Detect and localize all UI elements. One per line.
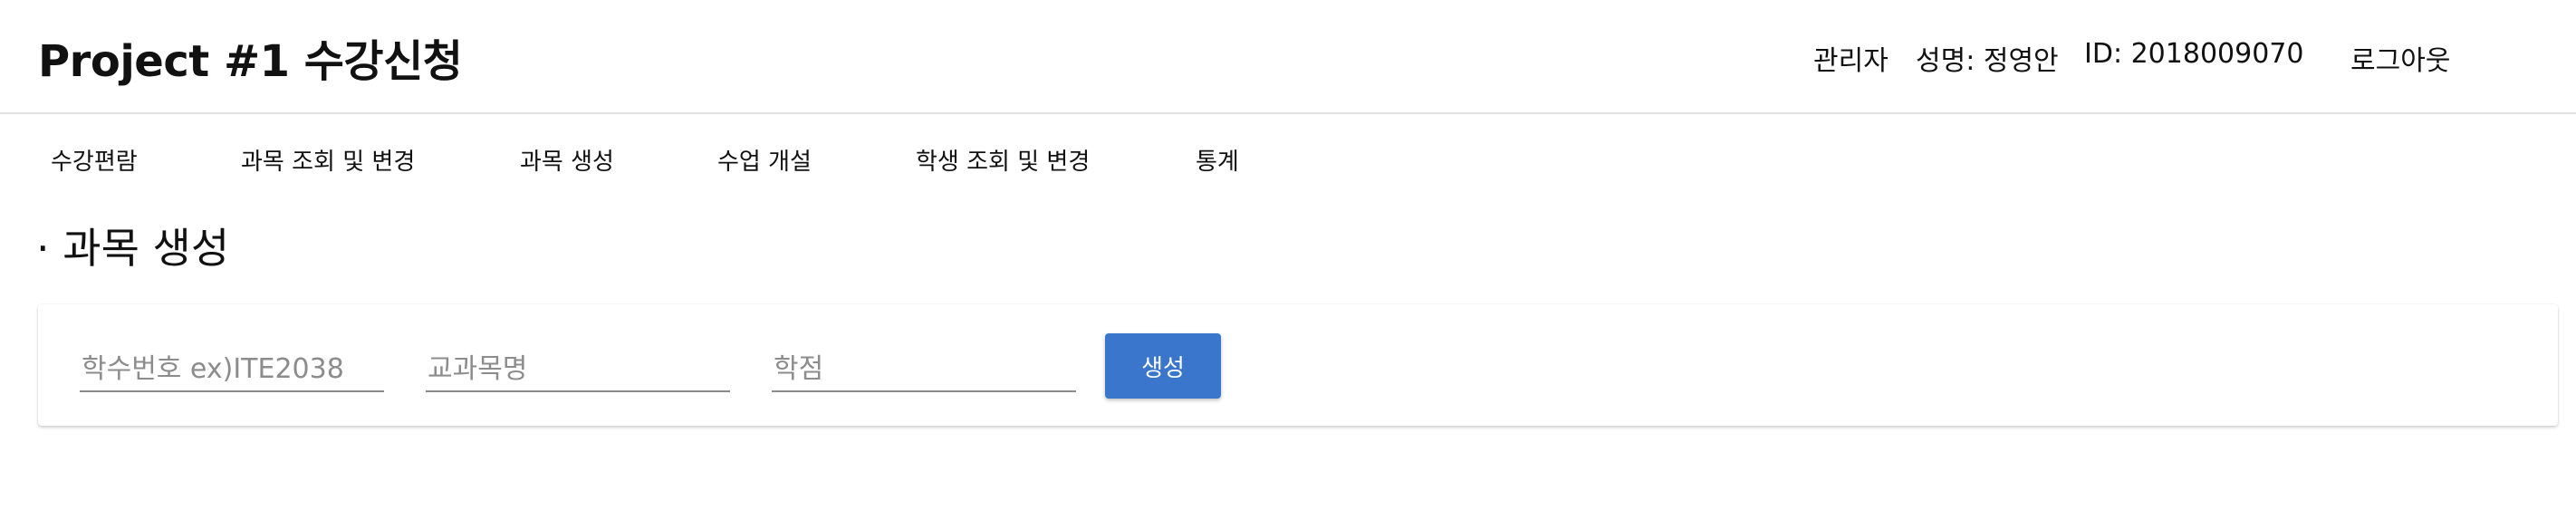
main-nav: 수강편람 과목 조회 및 변경 과목 생성 수업 개설 학생 조회 및 변경 통… <box>0 143 2576 179</box>
user-role: 관리자 <box>1813 45 1889 77</box>
course-code-input[interactable] <box>80 347 384 392</box>
logout-button[interactable]: 로그아웃 <box>2350 38 2450 78</box>
page-title: · 과목 생성 <box>36 224 230 273</box>
course-name-input[interactable] <box>426 347 730 392</box>
app-title: Project #1 수강신청 <box>38 36 463 87</box>
user-name: 성명: 정영안 <box>1916 45 2059 77</box>
app-header: Project #1 수강신청 관리자 성명: 정영안 ID: 20180090… <box>0 0 2576 114</box>
nav-item-course-lookup[interactable]: 과목 조회 및 변경 <box>241 143 415 177</box>
user-id: ID: 2018009070 <box>2084 38 2304 70</box>
nav-item-statistics[interactable]: 통계 <box>1196 143 1239 177</box>
nav-item-course-create[interactable]: 과목 생성 <box>520 143 614 177</box>
credits-input[interactable] <box>772 347 1076 392</box>
nav-item-course-catalog[interactable]: 수강편람 <box>51 143 138 177</box>
nav-item-student-lookup[interactable]: 학생 조회 및 변경 <box>916 143 1090 177</box>
create-button[interactable]: 생성 <box>1105 333 1221 399</box>
nav-item-class-open[interactable]: 수업 개설 <box>717 143 812 177</box>
course-create-form: 생성 <box>38 304 2558 426</box>
